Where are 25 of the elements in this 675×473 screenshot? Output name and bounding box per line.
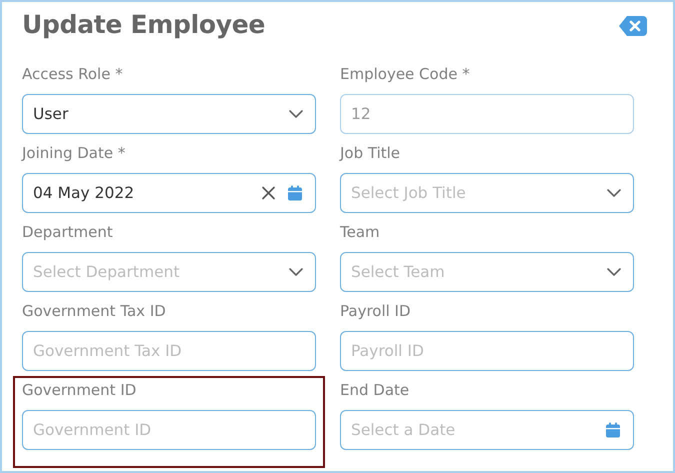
input-field[interactable]: Government ID — [22, 410, 316, 450]
field-label: Joining Date * — [22, 143, 126, 163]
field-label: Government ID — [22, 380, 138, 400]
input-field[interactable]: Government Tax ID — [22, 331, 316, 371]
dialog-title: Update Employee — [22, 9, 266, 41]
select-field[interactable]: Select Department — [22, 252, 316, 292]
field-label: Job Title — [340, 143, 402, 163]
select-field[interactable]: Select Team — [340, 252, 634, 292]
calendar-icon[interactable] — [606, 422, 620, 438]
date-field[interactable]: Select a Date — [340, 410, 634, 450]
field-label: Department — [22, 222, 114, 242]
input-field[interactable]: Payroll ID — [340, 331, 634, 371]
close-icon — [619, 16, 647, 36]
clear-icon[interactable] — [261, 186, 276, 200]
select-field[interactable]: Select Job Title — [340, 173, 634, 213]
field-label: Payroll ID — [340, 301, 412, 321]
date-field[interactable]: 04 May 2022 — [22, 173, 316, 213]
field-label: End Date — [340, 380, 410, 400]
field-label: Government Tax ID — [22, 301, 167, 321]
field-label: Employee Code * — [340, 64, 471, 84]
field-label: Team — [340, 222, 381, 242]
calendar-icon[interactable] — [288, 186, 302, 200]
field-label: Access Role * — [22, 64, 124, 84]
select-field[interactable]: User — [22, 94, 316, 134]
close-button[interactable] — [619, 16, 647, 36]
